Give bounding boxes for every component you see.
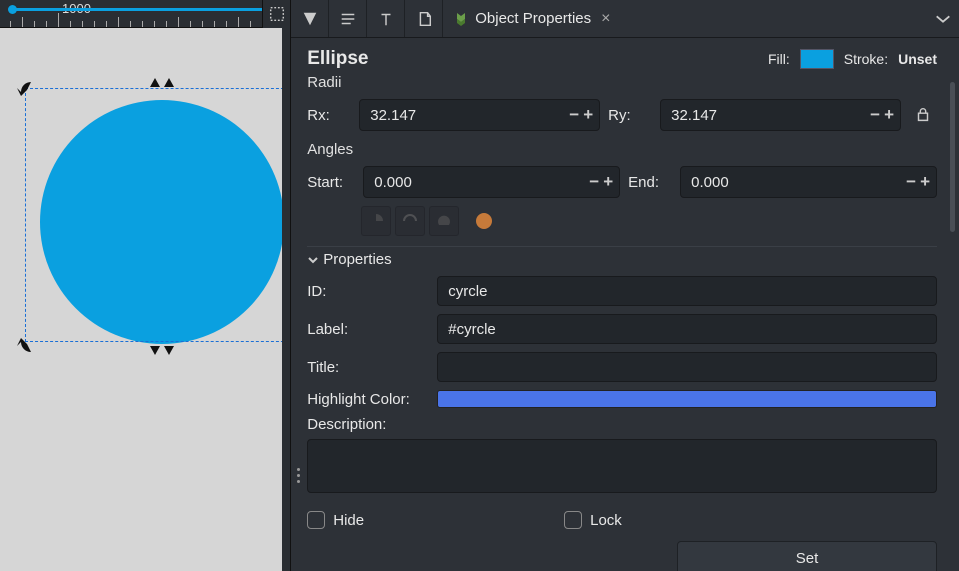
title-label: Title: <box>307 359 427 376</box>
end-minus-icon[interactable]: − <box>906 172 916 192</box>
object-type-title: Ellipse <box>307 48 368 70</box>
rx-label: Rx: <box>307 107 351 124</box>
start-plus-icon[interactable]: + <box>603 172 613 192</box>
ruler-row: 1000 <box>0 0 290 28</box>
rx-input[interactable]: −+ <box>359 99 600 131</box>
start-minus-icon[interactable]: − <box>589 172 599 192</box>
tab-align[interactable] <box>329 0 367 37</box>
angles-section-label: Angles <box>307 141 937 158</box>
object-properties-panel: Object Properties × Ellipse Fill: Stroke… <box>290 0 959 571</box>
label-input[interactable] <box>437 314 937 344</box>
tab-label: Object Properties <box>475 10 591 27</box>
ry-label: Ry: <box>608 107 652 124</box>
rx-field[interactable] <box>370 107 569 124</box>
checkbox-icon <box>564 511 582 529</box>
start-angle-input[interactable]: −+ <box>363 166 620 198</box>
tab-fill-stroke[interactable] <box>291 0 329 37</box>
whole-ellipse-button[interactable] <box>463 206 493 236</box>
rotate-handle-nw[interactable] <box>15 78 35 98</box>
canvas-area[interactable] <box>0 28 290 571</box>
circle-icon <box>476 213 492 229</box>
ruler-menu-button[interactable] <box>262 0 290 28</box>
rotate-handle-sw[interactable] <box>15 336 35 356</box>
checkbox-icon <box>307 511 325 529</box>
description-textarea[interactable] <box>307 439 937 493</box>
tab-text[interactable] <box>367 0 405 37</box>
drag-handle-icon[interactable] <box>291 468 305 483</box>
radii-section-label: Radii <box>307 74 937 91</box>
panel-collapse-button[interactable] <box>927 0 959 37</box>
scrollbar-thumb[interactable] <box>950 82 955 232</box>
lock-ratio-button[interactable] <box>909 101 937 129</box>
rx-minus-icon[interactable]: − <box>569 105 579 125</box>
arc-open-button[interactable] <box>395 206 425 236</box>
label-label: Label: <box>307 321 427 338</box>
id-label: ID: <box>307 283 427 300</box>
fill-swatch[interactable] <box>800 49 834 69</box>
panel-tabbar: Object Properties × <box>291 0 959 38</box>
stroke-label: Stroke: <box>844 51 888 67</box>
panel-body: Ellipse Fill: Stroke: Unset Radii Rx: −+… <box>291 38 959 571</box>
fill-label: Fill: <box>768 51 790 67</box>
start-angle-field[interactable] <box>374 174 589 191</box>
description-label: Description: <box>307 416 937 433</box>
highlight-color-swatch[interactable] <box>437 390 937 408</box>
end-angle-field[interactable] <box>691 174 906 191</box>
rx-plus-icon[interactable]: + <box>583 105 593 125</box>
ry-plus-icon[interactable]: + <box>884 105 894 125</box>
ruler-ticks <box>10 0 262 27</box>
hide-checkbox[interactable]: Hide <box>307 511 364 529</box>
skew-handle-bottom[interactable] <box>150 346 174 364</box>
end-angle-input[interactable]: −+ <box>680 166 937 198</box>
lock-checkbox[interactable]: Lock <box>564 511 622 529</box>
tab-xml[interactable] <box>405 0 443 37</box>
stroke-value[interactable]: Unset <box>898 51 937 67</box>
chevron-down-icon <box>307 254 319 266</box>
properties-collapser[interactable]: Properties <box>307 251 937 268</box>
selection-box <box>25 88 299 342</box>
skew-handle-top[interactable] <box>150 78 174 96</box>
ry-field[interactable] <box>671 107 870 124</box>
separator <box>307 246 937 247</box>
properties-section-label: Properties <box>323 251 391 268</box>
horizontal-ruler[interactable]: 1000 <box>0 0 262 28</box>
ry-input[interactable]: −+ <box>660 99 901 131</box>
arc-slice-button[interactable] <box>361 206 391 236</box>
end-plus-icon[interactable]: + <box>920 172 930 192</box>
ry-minus-icon[interactable]: − <box>870 105 880 125</box>
lock-label: Lock <box>590 512 622 529</box>
close-tab-icon[interactable]: × <box>597 10 614 28</box>
start-angle-label: Start: <box>307 174 355 191</box>
canvas-column: 1000 <box>0 0 290 571</box>
hide-label: Hide <box>333 512 364 529</box>
set-button[interactable]: Set <box>677 541 937 571</box>
arc-chord-button[interactable] <box>429 206 459 236</box>
highlight-color-label: Highlight Color: <box>307 391 427 408</box>
id-input[interactable] <box>437 276 937 306</box>
title-input[interactable] <box>437 352 937 382</box>
tab-object-properties[interactable]: Object Properties × <box>443 0 624 37</box>
end-angle-label: End: <box>628 174 672 191</box>
canvas-right-gutter <box>282 28 290 571</box>
object-properties-icon <box>453 11 469 27</box>
